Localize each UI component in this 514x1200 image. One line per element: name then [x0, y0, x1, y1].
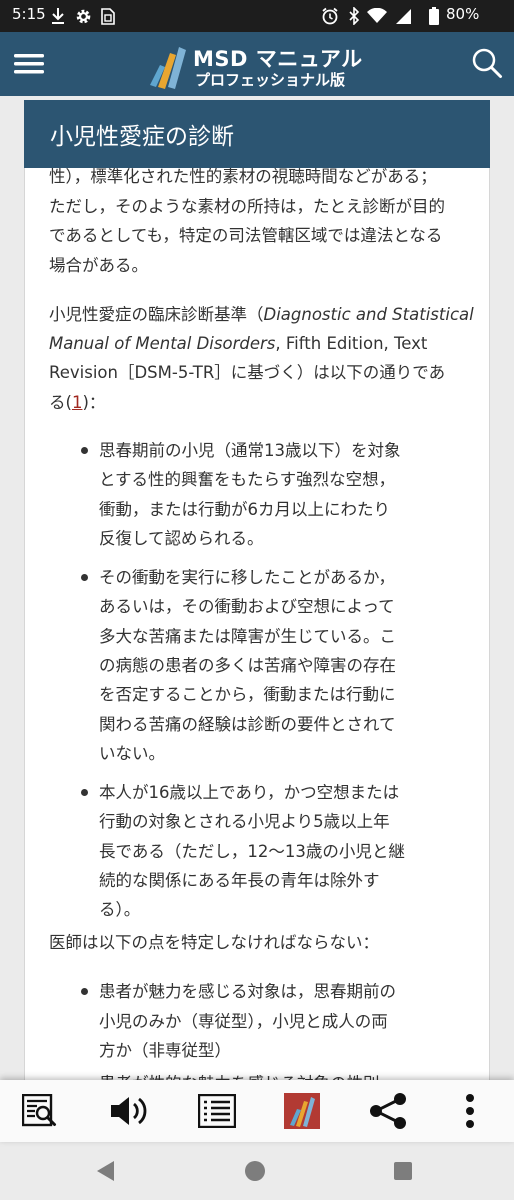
list-item-line: とする性的興奮をもたらす強烈な空想，: [99, 470, 396, 489]
list-item-line: 本人が16歳以上であり，かつ空想または: [99, 783, 400, 802]
list-item-line: 小児のみか（専従型），小児と成人の両: [99, 1012, 388, 1031]
section-header: 小児性愛症の診断: [24, 100, 490, 168]
sim-icon: [100, 5, 116, 27]
paragraph-line: 場合がある。: [49, 256, 148, 275]
list-item-line: 患者が魅力を感じる対象は，思春期前の: [99, 982, 396, 1001]
bottom-toolbar: [0, 1080, 514, 1142]
list-item-line: 行動の対象とされる小児より5歳以上年: [99, 812, 390, 831]
list-item-line: 長である（ただし，12〜13歳の小児と継: [99, 842, 405, 861]
bullet-dot: [81, 447, 88, 454]
list-item-line: あるいは，その衝動および空想によって: [99, 597, 395, 616]
section-title: 小児性愛症の診断: [50, 124, 234, 150]
alarm-icon: [320, 5, 340, 27]
battery-icon: [428, 5, 440, 27]
more-vert-icon[interactable]: [448, 1090, 492, 1132]
article-body: 性），標準化された性的素材の視聴時間などがある； ただし，そのような素材の所持は…: [24, 100, 490, 1090]
speaker-icon[interactable]: [106, 1090, 150, 1132]
criteria-intro-line: る(1)：: [49, 388, 105, 418]
wifi-icon: [366, 5, 388, 27]
bullet-dot: [81, 988, 88, 995]
status-bar: 5:15 80%: [0, 0, 514, 32]
text-span: 小児性愛症の臨床診断基準（: [49, 305, 264, 324]
list-item-line: る）。: [99, 900, 141, 919]
list-item-line: その衝動を実行に移したことがあるか，: [99, 568, 396, 587]
list-item-line: を否定することから，衝動または行動に: [99, 685, 396, 704]
search-icon[interactable]: [470, 46, 504, 80]
list-item-line: 関わる苦痛の経験は診断の要件とされて: [99, 715, 396, 734]
book-title-italic: Manual of Mental Disorders: [49, 334, 276, 353]
battery-percent: 80%: [446, 5, 480, 23]
brand-subtitle: プロフェッショナル版: [195, 71, 346, 89]
back-icon[interactable]: [90, 1156, 120, 1186]
text-span: る(: [49, 393, 72, 412]
bullet-dot: [81, 789, 88, 796]
list-item-line: 続的な関係にある年長の青年は除外す: [99, 871, 380, 890]
menu-icon[interactable]: [14, 50, 46, 78]
text-span: , Fifth Edition, Text: [275, 334, 428, 353]
outline-list-icon[interactable]: [195, 1090, 239, 1132]
system-nav-bar: [0, 1142, 514, 1200]
text-span: )：: [82, 393, 106, 412]
criteria-intro-line: Revision［DSM-5-TR］に基づく）は以下の通りであ: [49, 363, 446, 382]
share-icon[interactable]: [366, 1090, 410, 1132]
list-item-line: の病態の患者の多くは苦痛や障害の存在: [99, 656, 396, 675]
bullet-dot: [81, 574, 88, 581]
list-item-line: 反復して認められる。: [99, 529, 264, 548]
home-icon[interactable]: [240, 1156, 270, 1186]
paragraph-line: ただし，そのような素材の所持は，たとえ診断が目的: [49, 197, 445, 216]
list-item-line: いない。: [99, 744, 165, 763]
book-title-italic: Diagnostic and Statistical: [263, 305, 474, 324]
app-bar: MSD マニュアル プロフェッショナル版: [0, 32, 514, 96]
bluetooth-icon: [346, 5, 362, 27]
signal-icon: [392, 5, 414, 27]
criteria-intro-line: Manual of Mental Disorders, Fifth Editio…: [49, 329, 427, 359]
specify-intro: 医師は以下の点を特定しなければならない：: [49, 933, 379, 952]
status-time: 5:15: [12, 5, 46, 23]
list-item-line: 思春期前の小児（通常13歳以下）を対象: [99, 441, 401, 460]
list-item-line: 多大な苦痛または障害が生じている。こ: [99, 627, 396, 646]
download-icon: [50, 5, 66, 27]
gear-icon: [74, 5, 92, 27]
list-item-line: 衝動，または行動が6カ月以上にわたり: [99, 500, 390, 519]
search-topic-icon[interactable]: [18, 1090, 62, 1132]
list-item-line: 方か（非専従型）: [99, 1041, 231, 1060]
criteria-intro-line: 小児性愛症の臨床診断基準（Diagnostic and Statistical: [49, 300, 474, 330]
paragraph-line: であるとしても，特定の司法管轄区域では違法となる: [49, 226, 443, 245]
msd-logo-icon[interactable]: [280, 1090, 324, 1132]
reference-link[interactable]: 1: [72, 393, 83, 412]
msd-logo-icon: [148, 45, 190, 89]
recents-icon[interactable]: [388, 1156, 418, 1186]
